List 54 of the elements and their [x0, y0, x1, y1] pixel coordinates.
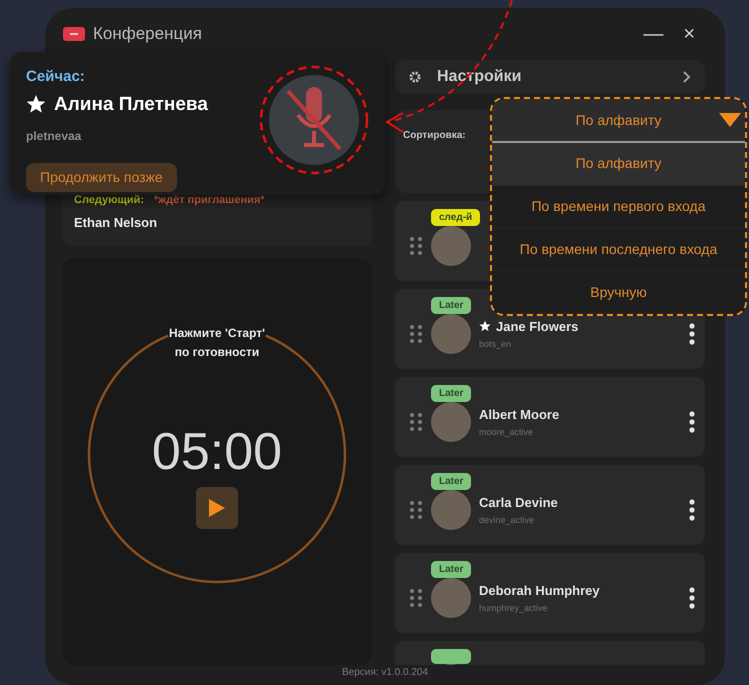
participant-card[interactable]: Later Deborah Humphrey humphrey_active — [395, 553, 705, 633]
close-button[interactable]: × — [677, 24, 701, 44]
avatar-placeholder — [431, 402, 471, 442]
status-tag: Later — [431, 385, 472, 402]
avatar-placeholder — [431, 226, 471, 266]
timer-time: 05:00 — [152, 422, 282, 482]
speaker-username: pletnevaa — [26, 128, 82, 145]
more-button[interactable] — [689, 498, 695, 522]
play-icon — [209, 499, 225, 517]
settings-icon — [409, 71, 421, 83]
participant-name: Albert Moore — [479, 406, 560, 424]
drag-handle-icon[interactable] — [409, 412, 423, 432]
status-tag: Later — [431, 297, 472, 314]
chevron-icon — [683, 71, 691, 83]
participant-username: moore_active — [479, 426, 534, 439]
minimize-button[interactable]: — — [637, 24, 670, 44]
avatar-placeholder — [431, 490, 471, 530]
version-text: Версия: v1.0.0.204 — [342, 667, 428, 678]
timer-hint: Нажмите 'Старт' по готовности — [168, 325, 266, 361]
participant-username: devine_active — [479, 514, 536, 527]
settings-bar[interactable]: Настройки — [395, 60, 705, 94]
play-button[interactable] — [196, 487, 238, 529]
more-button[interactable] — [689, 410, 695, 434]
next-status: *ждёт приглашения* — [154, 193, 265, 208]
status-tag: Later — [431, 473, 472, 490]
sort-dropdown[interactable]: По алфавиту По алфавиту По времени первого входа По времени последнего входа Вручную — [490, 97, 747, 316]
sort-label: Сортировка: — [403, 130, 466, 141]
dropdown-option[interactable]: По алфавиту — [492, 143, 745, 186]
participant-name: Carla Devine — [479, 494, 558, 512]
participant-username: bots_en — [479, 338, 512, 351]
drag-handle-icon[interactable] — [409, 500, 423, 520]
dropdown-triangle-icon — [719, 113, 741, 127]
now-label: Сейчас: — [26, 67, 85, 87]
more-button[interactable] — [689, 586, 695, 610]
participant-card[interactable]: Later Carla Devine devine_active — [395, 465, 705, 545]
status-tag: Later — [431, 561, 472, 578]
avatar-placeholder — [431, 578, 471, 618]
status-tag: след-й — [431, 209, 480, 226]
next-label: Следующий: — [74, 193, 144, 208]
drag-handle-icon[interactable] — [409, 236, 423, 256]
participant-name: Jane Flowers — [496, 318, 578, 336]
window-title: Конференция — [93, 23, 202, 46]
participant-card[interactable]: Later Albert Moore moore_active — [395, 377, 705, 457]
app-logo-icon — [63, 27, 85, 41]
later-button[interactable]: Продолжить позже — [26, 163, 177, 192]
speaker-name: Алина Плетнева — [54, 92, 208, 116]
drag-handle-icon[interactable] — [409, 588, 423, 608]
participant-username: humphrey_active — [479, 602, 549, 615]
more-button[interactable] — [689, 322, 695, 346]
drag-handle-icon[interactable] — [409, 324, 423, 344]
next-name: Ethan Nelson — [74, 214, 158, 232]
participant-name: Deborah Humphrey — [479, 582, 600, 600]
avatar-placeholder — [431, 314, 471, 354]
dropdown-header[interactable]: По алфавиту — [492, 99, 745, 143]
